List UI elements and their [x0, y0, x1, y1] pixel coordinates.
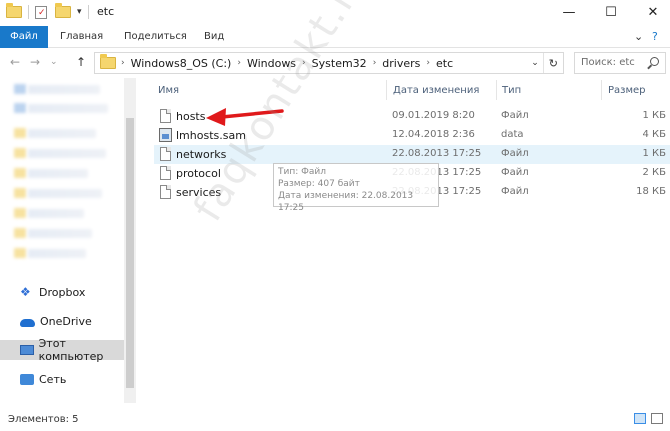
status-bar: Элементов: 5	[0, 403, 670, 431]
details-view-button[interactable]	[634, 413, 646, 424]
annotation-arrow-icon	[206, 108, 284, 126]
items-count: Элементов: 5	[8, 414, 79, 425]
large-icons-view-button[interactable]	[651, 413, 663, 424]
